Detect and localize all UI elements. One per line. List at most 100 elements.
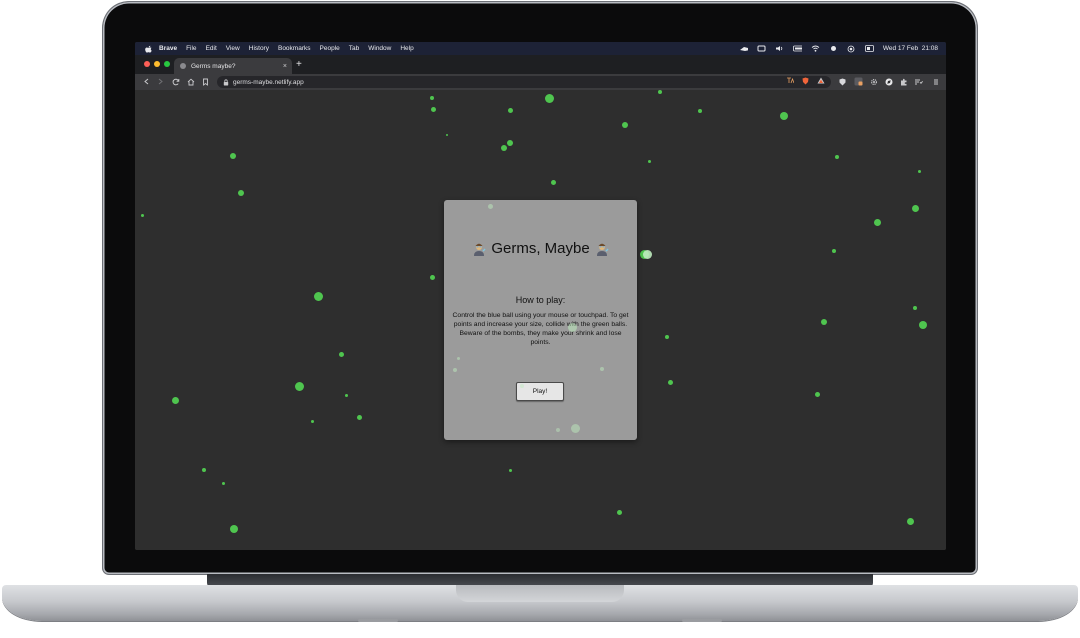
translate-icon[interactable]	[786, 77, 795, 87]
lock-icon[interactable]	[223, 79, 229, 86]
back-arrow-icon[interactable]	[142, 77, 151, 86]
browser-toolbar: germs-maybe.netlify.app	[135, 74, 946, 91]
germ-ball	[488, 204, 493, 209]
game-title: Germs, Maybe	[491, 240, 590, 257]
germ-ball	[551, 180, 556, 185]
germ-ball	[913, 306, 917, 310]
app-status-icon[interactable]	[739, 45, 748, 52]
laptop-foot	[682, 619, 722, 622]
germ-ball	[912, 205, 919, 212]
germ-ball	[501, 145, 507, 151]
forward-arrow-icon[interactable]	[156, 77, 165, 86]
menu-view[interactable]: View	[226, 45, 240, 52]
germ-ball	[507, 140, 513, 146]
control-center-icon[interactable]	[864, 45, 874, 52]
reading-list-icon[interactable]	[914, 77, 923, 86]
menu-file[interactable]: File	[186, 45, 196, 52]
germ-ball	[339, 352, 344, 357]
instructions-text: Control the blue ball using your mouse o…	[452, 312, 629, 346]
germ-ball	[545, 94, 554, 103]
germ-ball	[617, 510, 622, 515]
browser-tab-strip: Germs maybe? × +	[135, 55, 946, 74]
scientist-emoji-icon	[474, 243, 486, 256]
germ-ball	[508, 108, 513, 113]
menu-tab[interactable]: Tab	[349, 45, 359, 52]
game-title-heading: Germs, Maybe	[444, 240, 637, 257]
tab-title: Germs maybe?	[191, 62, 236, 70]
germ-ball	[821, 319, 827, 325]
extension-settings-icon[interactable]	[869, 77, 878, 86]
mac-menu-bar: Brave File Edit View History Bookmarks P…	[135, 42, 946, 55]
germ-ball	[295, 382, 304, 391]
browser-tab[interactable]: Germs maybe? ×	[174, 58, 292, 74]
menu-history[interactable]: History	[249, 45, 269, 52]
germ-ball	[222, 482, 225, 485]
url-actions	[786, 77, 825, 87]
focus-icon[interactable]	[829, 45, 838, 52]
germ-ball	[665, 335, 669, 339]
address-bar[interactable]: germs-maybe.netlify.app	[217, 76, 831, 88]
germ-ball	[668, 380, 673, 385]
extensions-puzzle-icon[interactable]	[899, 77, 908, 86]
menu-people[interactable]: People	[320, 45, 340, 52]
germ-ball	[571, 424, 580, 433]
germ-ball	[520, 384, 524, 388]
germ-ball	[457, 357, 460, 360]
germ-ball	[832, 249, 836, 253]
wifi-icon[interactable]	[811, 45, 820, 52]
germ-ball	[446, 134, 448, 136]
bookmark-icon[interactable]	[201, 77, 210, 86]
germ-ball	[874, 219, 881, 226]
germ-ball	[780, 112, 788, 120]
germ-ball	[509, 469, 512, 472]
new-tab-button[interactable]: +	[296, 58, 302, 72]
germ-ball	[907, 518, 914, 525]
start-dialog: Germs, Maybe How to play: Control the bl…	[444, 200, 637, 440]
germ-ball	[815, 392, 820, 397]
brave-rewards-icon[interactable]	[817, 77, 825, 87]
menu-app-name[interactable]: Brave	[159, 45, 177, 52]
apple-menu-icon[interactable]	[144, 45, 152, 53]
germ-ball	[568, 323, 577, 332]
germ-ball	[311, 420, 314, 423]
instructions-heading: How to play:	[515, 295, 566, 305]
close-window-button[interactable]	[144, 61, 150, 67]
url-text[interactable]: germs-maybe.netlify.app	[233, 79, 304, 86]
germ-ball	[643, 250, 652, 259]
menu-window[interactable]: Window	[368, 45, 391, 52]
browser-menu-icon[interactable]	[931, 77, 940, 86]
maximize-window-button[interactable]	[164, 61, 170, 67]
extension-compass-icon[interactable]	[884, 77, 893, 86]
menu-edit[interactable]: Edit	[206, 45, 217, 52]
laptop-foot	[358, 619, 398, 622]
germ-ball	[430, 275, 435, 280]
home-icon[interactable]	[186, 77, 195, 86]
screen-record-icon[interactable]	[847, 45, 856, 52]
menu-bookmarks[interactable]: Bookmarks	[278, 45, 311, 52]
reload-icon[interactable]	[171, 77, 180, 86]
germ-ball	[600, 367, 604, 371]
germ-ball	[230, 525, 238, 533]
screen-share-icon[interactable]	[757, 45, 766, 52]
tab-close-icon[interactable]: ×	[283, 63, 287, 70]
germ-ball	[919, 321, 927, 329]
germ-ball	[556, 428, 560, 432]
extension-translate-icon[interactable]	[854, 77, 863, 86]
germ-ball	[230, 153, 236, 159]
germ-ball	[430, 96, 434, 100]
germ-ball	[698, 109, 702, 113]
extension-shield-icon[interactable]	[838, 77, 847, 86]
germ-ball	[622, 122, 628, 128]
germ-ball	[314, 292, 323, 301]
laptop-notch	[456, 585, 624, 602]
volume-icon[interactable]	[775, 45, 784, 52]
germ-ball	[141, 214, 144, 217]
battery-icon	[792, 45, 802, 52]
game-viewport[interactable]: Germs, Maybe How to play: Control the bl…	[135, 90, 946, 550]
minimize-window-button[interactable]	[154, 61, 160, 67]
menu-help[interactable]: Help	[400, 45, 413, 52]
menu-clock[interactable]: Wed 17 Feb 21:08	[883, 45, 938, 52]
brave-shields-icon[interactable]	[802, 77, 809, 87]
germ-ball	[238, 190, 244, 196]
germ-ball	[835, 155, 839, 159]
